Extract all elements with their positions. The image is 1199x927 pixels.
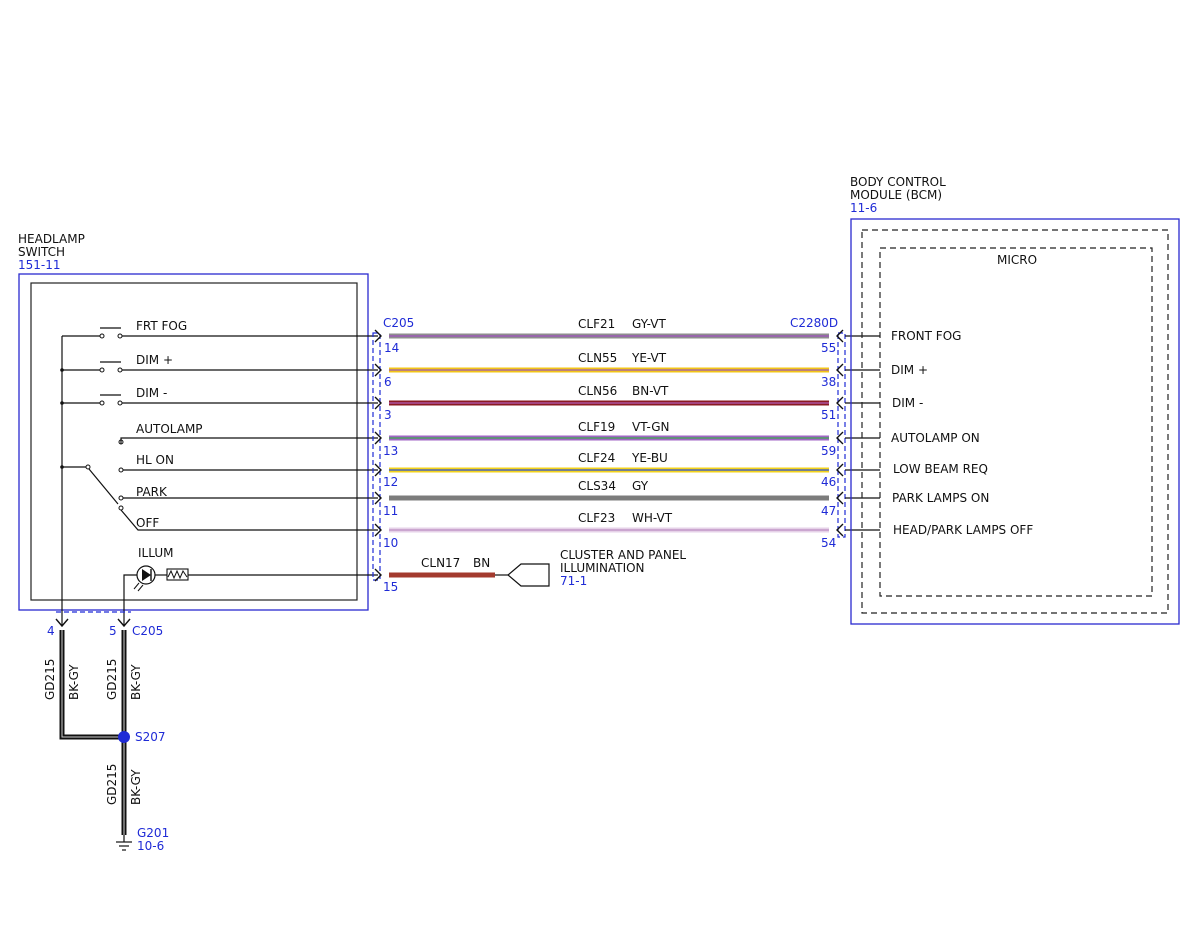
bcm-inner xyxy=(861,229,1169,614)
pin-left-11: 11 xyxy=(383,504,398,518)
ground-mid-color: BK-GY xyxy=(129,664,143,700)
pin-left-15: 15 xyxy=(383,580,398,594)
wire-cls34: CLS34 GY xyxy=(389,479,829,501)
pin-left-13: 13 xyxy=(383,444,398,458)
bcm-title-1: BODY CONTROL xyxy=(850,175,946,189)
pos-dim-plus: DIM + xyxy=(136,353,173,367)
wire-cln56: CLN56 BN-VT xyxy=(389,384,829,406)
wire-cln56-color: BN-VT xyxy=(632,384,669,398)
wire-clf19: CLF19 VT-GN xyxy=(389,420,829,441)
bcm-input-dim-plus: DIM + xyxy=(891,363,928,377)
wire-clf19-color: VT-GN xyxy=(632,420,669,434)
cluster-ref[interactable]: 71-1 xyxy=(560,574,587,588)
headlamp-switch-title-1: HEADLAMP xyxy=(18,232,85,246)
ground-lower-color: BK-GY xyxy=(129,769,143,805)
cluster-label-2: ILLUMINATION xyxy=(560,561,645,575)
cluster-label-1: CLUSTER AND PANEL xyxy=(560,548,686,562)
wire-clf21-color: GY-VT xyxy=(632,317,666,331)
bcm-micro-label: MICRO xyxy=(997,253,1037,267)
bcm-ref[interactable]: 11-6 xyxy=(850,201,877,215)
wire-clf23-color: WH-VT xyxy=(632,511,673,525)
bcm-input-park-lamps-on: PARK LAMPS ON xyxy=(892,491,989,505)
bcm-input-head-park-off: HEAD/PARK LAMPS OFF xyxy=(893,523,1033,537)
page-reference-arrow-icon xyxy=(507,563,550,587)
pos-autolamp: AUTOLAMP xyxy=(136,422,203,436)
pos-frt-fog: FRT FOG xyxy=(136,319,187,333)
ground-mid-circuit: GD215 xyxy=(105,659,119,700)
bcm-outline xyxy=(850,218,1180,625)
pos-dim-minus: DIM - xyxy=(136,386,167,400)
wire-cln17-color: BN xyxy=(473,556,490,570)
bcm-input-low-beam-req: LOW BEAM REQ xyxy=(893,462,988,476)
wire-cln56-circuit: CLN56 xyxy=(578,384,617,398)
wire-cln17-circuit: CLN17 xyxy=(421,556,460,570)
bcm-micro-box xyxy=(879,247,1153,597)
wire-clf24: CLF24 YE-BU xyxy=(389,451,829,473)
headlamp-switch-inner xyxy=(30,282,358,601)
ground-lower-circuit: GD215 xyxy=(105,764,119,805)
bcm-input-dim-minus: DIM - xyxy=(892,396,923,410)
connector-c205-bottom-label[interactable]: C205 xyxy=(132,624,163,638)
wire-cln17: CLN17 BN xyxy=(389,556,508,578)
dim-plus-switch xyxy=(99,361,123,373)
pin-left-10: 10 xyxy=(383,536,398,550)
connector-c205-left: C205 14 6 3 13 12 11 10 15 xyxy=(372,316,414,594)
pin-bottom-5: 5 xyxy=(109,624,117,638)
headlamp-switch-title-2: SWITCH xyxy=(18,245,65,259)
wire-clf19-circuit: CLF19 xyxy=(578,420,615,434)
pos-park: PARK xyxy=(136,485,168,499)
pos-illum: ILLUM xyxy=(138,546,173,560)
pin-right-59: 59 xyxy=(821,444,836,458)
pin-right-46: 46 xyxy=(821,475,836,489)
wire-clf24-circuit: CLF24 xyxy=(578,451,615,465)
splice-label[interactable]: S207 xyxy=(135,730,166,744)
connector-c2280d-right: C2280D 55 38 51 59 46 47 54 xyxy=(790,316,880,550)
splice-s207: S207 xyxy=(118,730,166,744)
connector-c205-label[interactable]: C205 xyxy=(383,316,414,330)
bcm-title-2: MODULE (BCM) xyxy=(850,188,942,202)
pin-left-14: 14 xyxy=(384,341,399,355)
wire-clf21-circuit: CLF21 xyxy=(578,317,615,331)
resistor-icon xyxy=(166,568,189,581)
ground-symbol-icon xyxy=(116,835,132,851)
illum-led-icon xyxy=(133,565,156,592)
pos-hl-on: HL ON xyxy=(136,453,174,467)
ground-g201-ref[interactable]: 10-6 xyxy=(137,839,164,853)
wire-cln55: CLN55 YE-VT xyxy=(389,351,829,373)
dim-minus-switch xyxy=(99,394,123,406)
headlamp-switch-outline xyxy=(18,273,369,611)
pos-off: OFF xyxy=(136,516,159,530)
wire-clf21: CLF21 GY-VT xyxy=(389,317,829,339)
frt-fog-switch xyxy=(99,327,123,339)
wire-cln55-circuit: CLN55 xyxy=(578,351,617,365)
wire-clf23-circuit: CLF23 xyxy=(578,511,615,525)
pin-right-47: 47 xyxy=(821,504,836,518)
pin-left-12: 12 xyxy=(383,475,398,489)
ground-wires: GD215 BK-GY GD215 BK-GY GD215 BK-GY xyxy=(43,630,143,835)
wire-cln55-color: YE-VT xyxy=(631,351,667,365)
bcm-input-autolamp-on: AUTOLAMP ON xyxy=(891,431,980,445)
pin-left-6: 6 xyxy=(384,375,392,389)
bcm-input-front-fog: FRONT FOG xyxy=(891,329,961,343)
splice-dot-icon xyxy=(118,731,130,743)
pin-right-38: 38 xyxy=(821,375,836,389)
wire-cls34-color: GY xyxy=(632,479,649,493)
cluster-destination: CLUSTER AND PANEL ILLUMINATION 71-1 xyxy=(507,548,686,588)
pin-right-54: 54 xyxy=(821,536,836,550)
ground-left-color: BK-GY xyxy=(67,664,81,700)
wire-cls34-circuit: CLS34 xyxy=(578,479,616,493)
wire-clf24-color: YE-BU xyxy=(631,451,668,465)
pin-bottom-4: 4 xyxy=(47,624,55,638)
body-control-module: BODY CONTROL MODULE (BCM) 11-6 MICRO FRO… xyxy=(850,175,1180,625)
pin-left-3: 3 xyxy=(384,408,392,422)
pin-right-51: 51 xyxy=(821,408,836,422)
wiring-diagram: HEADLAMP SWITCH 151-11 FRT FOG DIM + DIM… xyxy=(18,175,1180,853)
ground-g201-label[interactable]: G201 xyxy=(137,826,169,840)
headlamp-switch-ref[interactable]: 151-11 xyxy=(18,258,61,272)
ground-left-circuit: GD215 xyxy=(43,659,57,700)
headlamp-switch: HEADLAMP SWITCH 151-11 FRT FOG DIM + DIM… xyxy=(18,232,378,625)
pin-right-55: 55 xyxy=(821,341,836,355)
wire-clf23: CLF23 WH-VT xyxy=(389,511,829,533)
connector-c2280d-label[interactable]: C2280D xyxy=(790,316,838,330)
